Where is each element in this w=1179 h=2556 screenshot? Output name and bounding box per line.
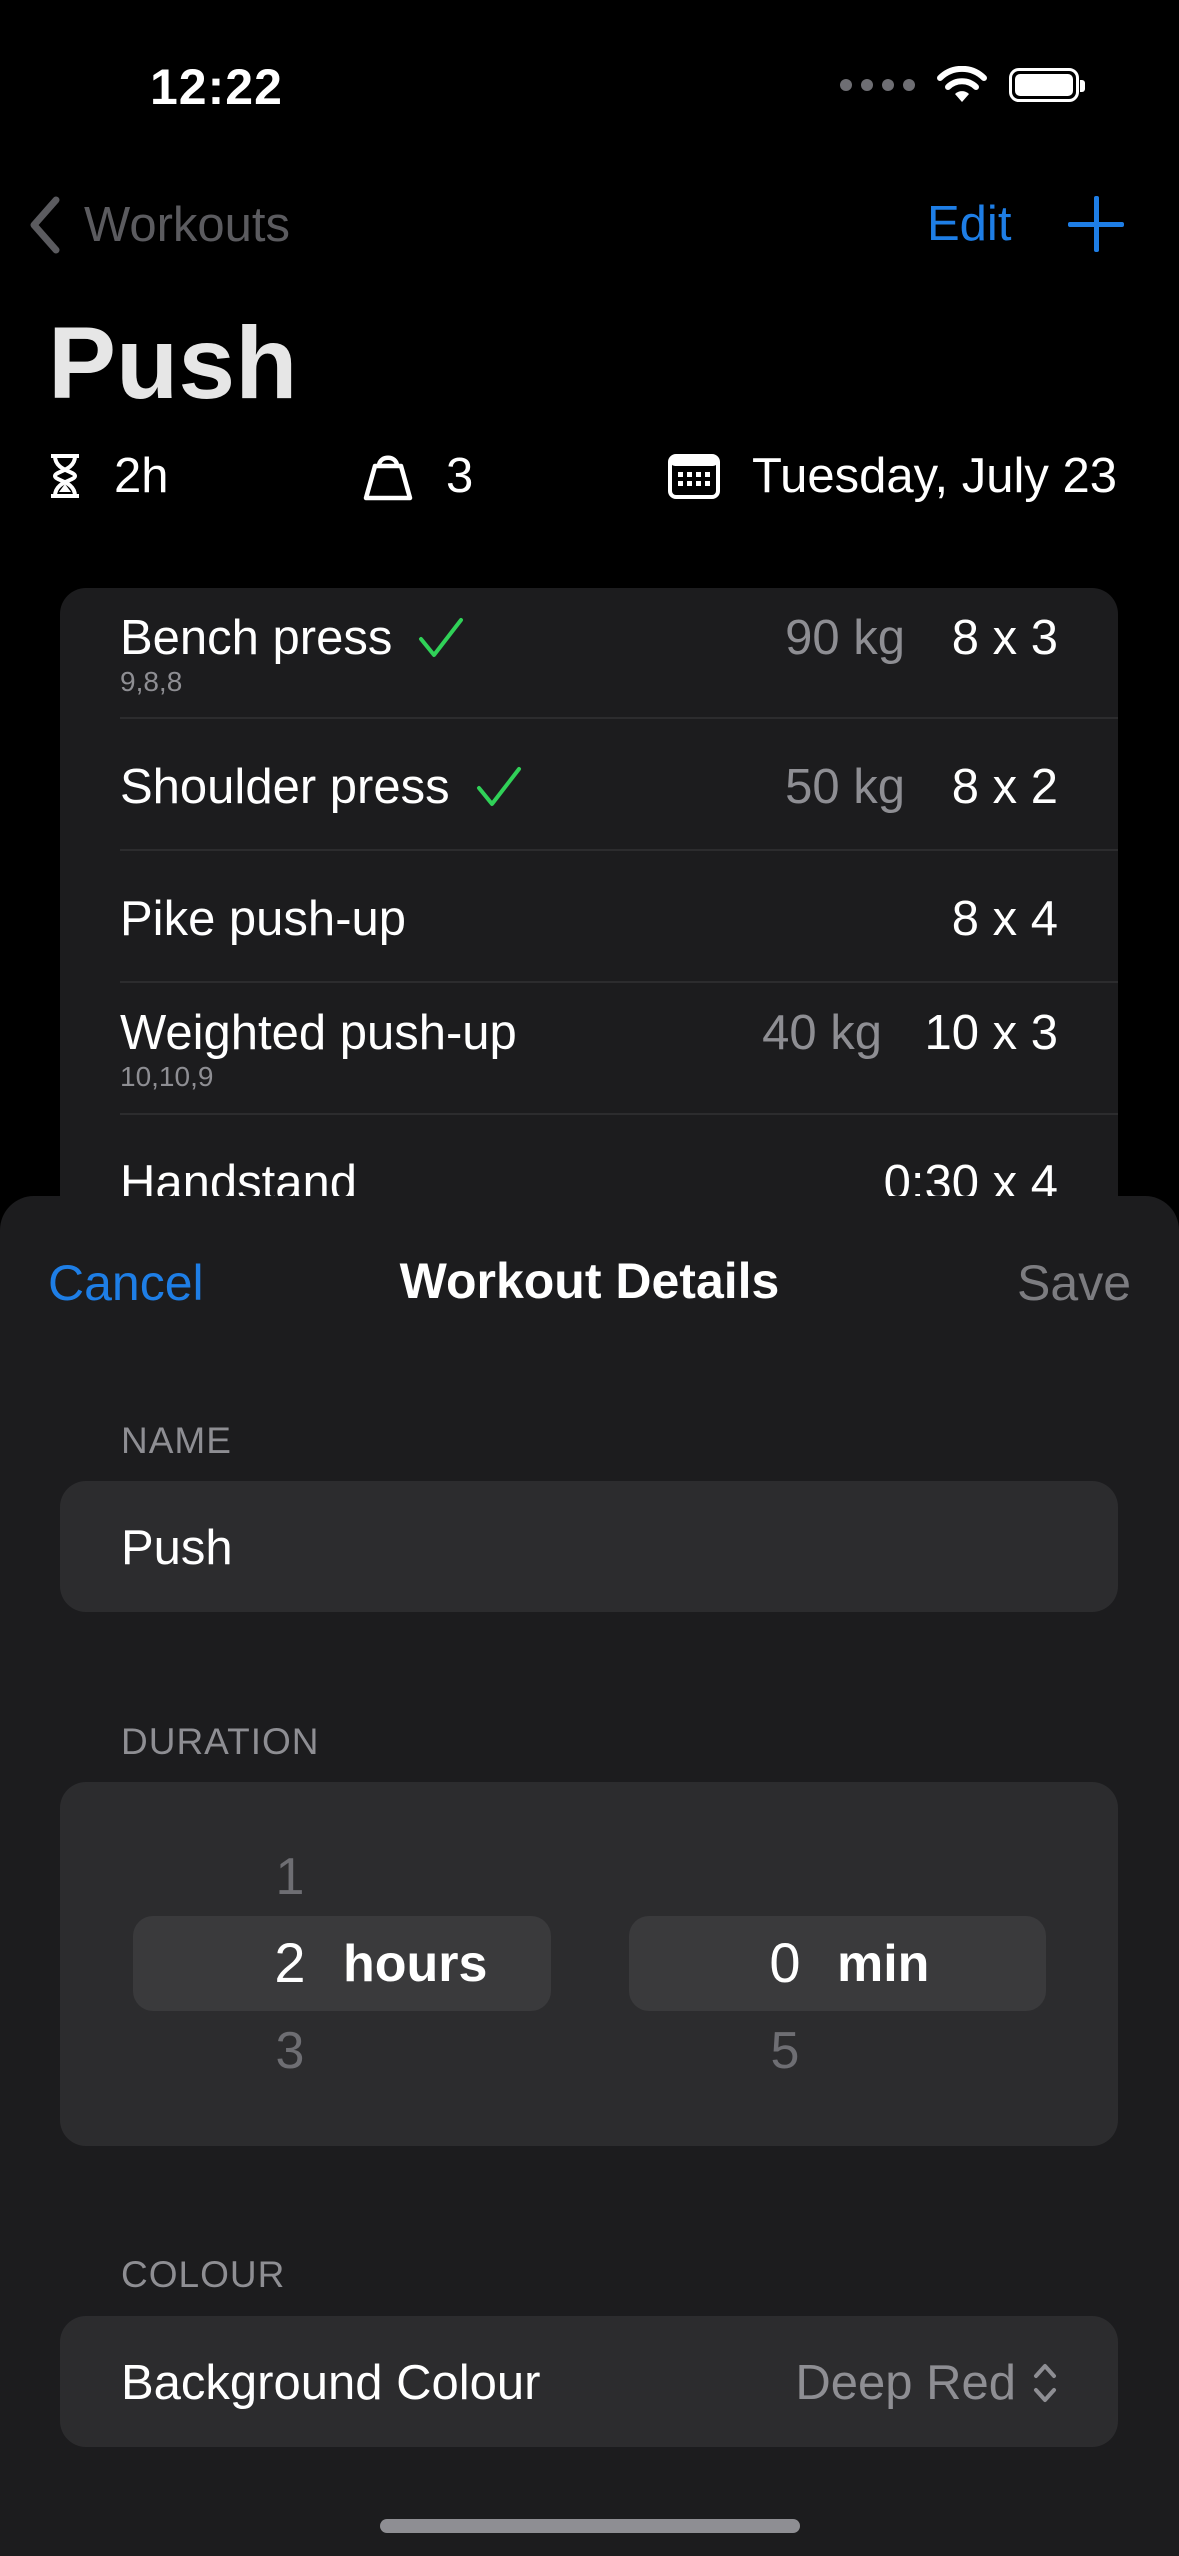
edit-button[interactable]: Edit	[927, 196, 1011, 252]
minutes-option-selected[interactable]: 0	[745, 1930, 825, 1995]
exercise-sets-detail: 9,8,8	[120, 666, 183, 697]
minutes-unit-label: min	[837, 1935, 930, 1993]
battery-icon	[1009, 68, 1085, 102]
back-label: Workouts	[84, 198, 291, 252]
duration-meta: 2h	[48, 448, 169, 504]
exercise-reps: 10 x 3	[924, 1006, 1058, 1060]
exercise-name: Bench press	[120, 611, 393, 665]
exercise-name-row: Shoulder press	[120, 759, 522, 815]
background-colour-selector[interactable]: Deep Red	[795, 2355, 1058, 2411]
exercise-row[interactable]: Pike push-up 8 x 4	[120, 851, 1118, 983]
wifi-icon	[937, 66, 987, 102]
duration-value: 2h	[114, 449, 169, 503]
duration-section-header: DURATION	[121, 1721, 320, 1762]
exercise-name-row: Bench press	[120, 610, 464, 666]
home-indicator[interactable]	[380, 2519, 800, 2533]
back-button[interactable]: Workouts	[28, 196, 290, 254]
checkmark-icon	[419, 618, 464, 657]
exercise-row[interactable]: Shoulder press 50 kg 8 x 2	[120, 719, 1118, 851]
exercise-row[interactable]: Weighted push-up 10,10,9 40 kg 10 x 3	[120, 983, 1118, 1115]
exercise-row[interactable]: Bench press 9,8,8 90 kg 8 x 3	[120, 588, 1118, 719]
exercise-reps: 8 x 4	[951, 892, 1058, 946]
exercise-reps: 8 x 2	[951, 760, 1058, 814]
save-button[interactable]: Save	[1017, 1254, 1131, 1312]
date-meta: Tuesday, July 23	[668, 448, 1117, 504]
exercise-count-meta: 3	[362, 448, 473, 504]
minutes-option-next[interactable]: 5	[745, 2021, 825, 2081]
exercise-reps: 8 x 3	[951, 611, 1058, 665]
exercise-count-value: 3	[446, 449, 474, 503]
background-colour-value: Deep Red	[795, 2356, 1016, 2410]
hours-option-next[interactable]: 3	[250, 2021, 330, 2081]
page-title: Push	[48, 306, 298, 420]
plus-icon[interactable]	[1068, 196, 1124, 252]
cancel-button[interactable]: Cancel	[48, 1254, 204, 1312]
background-colour-row[interactable]: Background Colour Deep Red	[60, 2316, 1118, 2447]
date-value: Tuesday, July 23	[752, 449, 1117, 503]
colour-section-header: COLOUR	[121, 2254, 286, 2295]
status-icons	[840, 66, 1085, 104]
chevron-up-down-icon	[1034, 2364, 1056, 2402]
hourglass-icon	[51, 454, 79, 498]
status-time: 12:22	[150, 59, 283, 115]
chevron-left-icon	[30, 196, 60, 254]
name-field[interactable]: Push	[60, 1481, 1118, 1612]
exercise-sets-detail: 10,10,9	[120, 1061, 214, 1092]
name-section-header: NAME	[121, 1420, 232, 1461]
hours-picker-selection[interactable]	[133, 1916, 551, 2011]
exercise-name-row: Pike push-up	[120, 891, 406, 947]
exercise-name: Weighted push-up	[120, 1006, 517, 1060]
exercise-weight: 50 kg	[785, 760, 905, 814]
name-field-value: Push	[121, 1521, 233, 1575]
hours-unit-label: hours	[343, 1935, 488, 1993]
exercise-name: Pike push-up	[120, 892, 407, 946]
checkmark-icon	[476, 767, 521, 806]
signal-icon	[840, 79, 915, 91]
exercise-weight: 40 kg	[762, 1006, 882, 1060]
exercise-name: Shoulder press	[120, 760, 450, 814]
hours-option-prev[interactable]: 1	[250, 1847, 330, 1907]
kettlebell-icon	[363, 455, 413, 501]
exercise-name-row: Weighted push-up	[120, 1005, 517, 1061]
exercise-weight: 90 kg	[785, 611, 905, 665]
calendar-icon	[668, 454, 720, 499]
hours-option-selected[interactable]: 2	[250, 1930, 330, 1995]
exercise-list: Bench press 9,8,8 90 kg 8 x 3 Shoulder p…	[60, 588, 1118, 1288]
background-colour-label: Background Colour	[121, 2356, 541, 2410]
